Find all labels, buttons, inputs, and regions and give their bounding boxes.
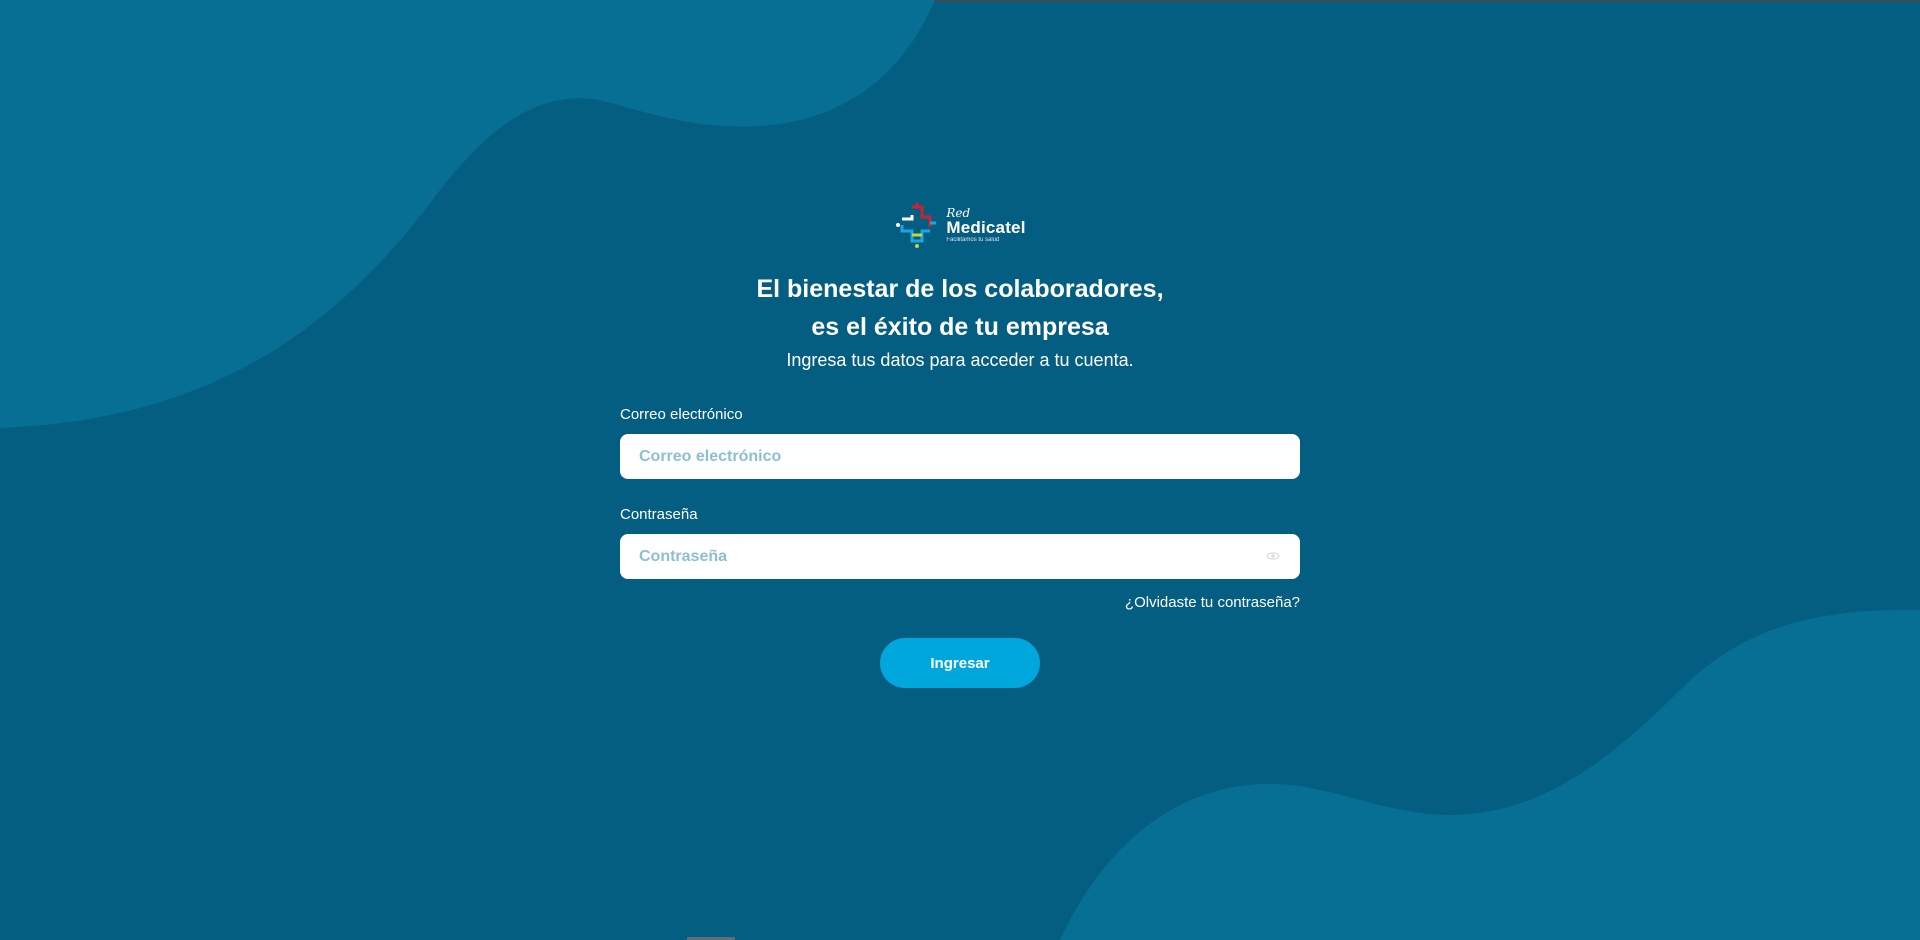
password-field[interactable]	[620, 534, 1300, 579]
login-form: Correo electrónico Contraseña ¿Olvidaste…	[620, 406, 1300, 688]
login-button[interactable]: Ingresar	[880, 638, 1040, 688]
forgot-password-link[interactable]: ¿Olvidaste tu contraseña?	[1125, 594, 1300, 611]
email-field-wrapper	[620, 434, 1300, 479]
headline-line1: El bienestar de los colaboradores,	[756, 275, 1164, 303]
login-panel: Red Medicatel Facilitamos tu salud El bi…	[620, 200, 1300, 688]
page-subtitle: Ingresa tus datos para acceder a tu cuen…	[786, 350, 1134, 370]
login-page: Red Medicatel Facilitamos tu salud El bi…	[0, 0, 1920, 940]
brand-logo: Red Medicatel Facilitamos tu salud	[894, 200, 1025, 250]
password-field-wrapper	[620, 534, 1300, 579]
email-label: Correo electrónico	[620, 406, 743, 423]
password-label: Contraseña	[620, 506, 698, 523]
headline-line2: es el éxito de tu empresa	[811, 313, 1109, 341]
eye-icon[interactable]	[1266, 550, 1280, 562]
email-field[interactable]	[620, 434, 1300, 479]
medical-cross-logo-icon	[896, 203, 937, 248]
page-headline: El bienestar de los colaboradores, es el…	[620, 270, 1300, 346]
brand-tagline: Facilitamos tu salud	[946, 237, 1000, 243]
brand-name: Medicatel	[946, 218, 1026, 237]
